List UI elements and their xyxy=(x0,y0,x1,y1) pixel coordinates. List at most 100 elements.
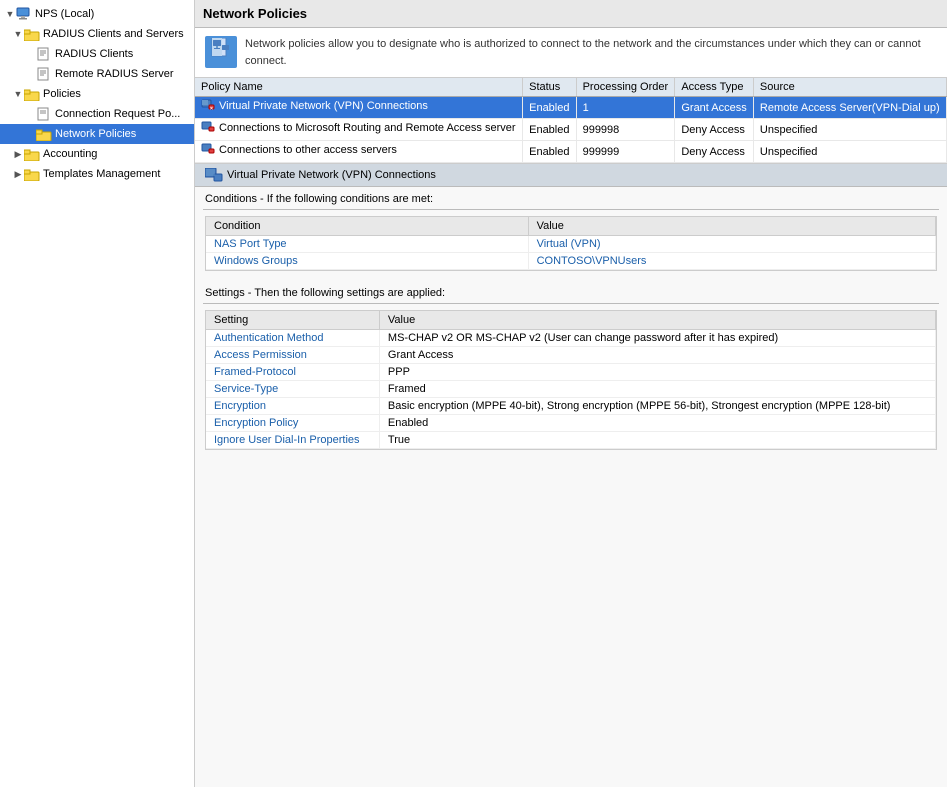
setting-framed-proto-value: PPP xyxy=(379,364,935,381)
col-policy-name[interactable]: Policy Name xyxy=(195,78,523,97)
conditions-table: Condition Value NAS Port Type Virtual (V… xyxy=(206,217,936,270)
policy-name-vpn-text: Virtual Private Network (VPN) Connection… xyxy=(219,100,428,112)
condition-wingroups-name: Windows Groups xyxy=(206,253,528,270)
setting-access-value: Grant Access xyxy=(379,347,935,364)
detail-icon xyxy=(205,168,221,182)
detail-panel: Virtual Private Network (VPN) Connection… xyxy=(195,164,947,787)
expand-icon-nps: ▼ xyxy=(4,9,16,19)
policy-status-other: Enabled xyxy=(523,141,576,163)
col-status[interactable]: Status xyxy=(523,78,576,97)
folder-icon-policies xyxy=(24,86,40,102)
folder-icon-templates xyxy=(24,166,40,182)
condition-row-nas[interactable]: NAS Port Type Virtual (VPN) xyxy=(206,236,936,253)
info-bar: Network policies allow you to designate … xyxy=(195,28,947,78)
detail-header: Virtual Private Network (VPN) Connection… xyxy=(195,164,947,187)
folder-icon-network-policies xyxy=(36,126,52,142)
tree-label-remote-radius: Remote RADIUS Server xyxy=(55,68,174,80)
policy-order-routing: 999998 xyxy=(576,119,675,141)
computer-icon xyxy=(16,6,32,22)
setting-row-framed-proto[interactable]: Framed-Protocol PPP xyxy=(206,364,936,381)
policy-icon-other xyxy=(201,143,215,157)
setting-row-enc-policy[interactable]: Encryption Policy Enabled xyxy=(206,415,936,432)
policy-access-other: Deny Access xyxy=(675,141,754,163)
setting-row-encryption[interactable]: Encryption Basic encryption (MPPE 40-bit… xyxy=(206,398,936,415)
col-processing-order[interactable]: Processing Order xyxy=(576,78,675,97)
conditions-col-condition: Condition xyxy=(206,217,528,236)
tree-item-policies[interactable]: ▼ Policies xyxy=(0,84,194,104)
tree-label-templates: Templates Management xyxy=(43,168,160,180)
condition-row-wingroups[interactable]: Windows Groups CONTOSO\VPNUsers xyxy=(206,253,936,270)
setting-encryption-value: Basic encryption (MPPE 40-bit), Strong e… xyxy=(379,398,935,415)
policy-table: Policy Name Status Processing Order Acce… xyxy=(195,78,947,163)
settings-label: Settings - Then the following settings a… xyxy=(195,281,947,303)
tree-label-conn-request: Connection Request Po... xyxy=(55,108,180,120)
policy-access-routing: Deny Access xyxy=(675,119,754,141)
conditions-col-value: Value xyxy=(528,217,935,236)
setting-ignore-dialin-value: True xyxy=(379,432,935,449)
expand-icon-templates: ▶ xyxy=(12,169,24,180)
left-nav-panel: ▼ NPS (Local) ▼ RADIUS Clients and Serve… xyxy=(0,0,195,787)
tree-item-accounting[interactable]: ▶ Accounting xyxy=(0,144,194,164)
policy-row-routing[interactable]: Connections to Microsoft Routing and Rem… xyxy=(195,119,947,141)
setting-service-name: Service-Type xyxy=(206,381,379,398)
tree-item-templates[interactable]: ▶ Templates Management xyxy=(0,164,194,184)
col-access-type[interactable]: Access Type xyxy=(675,78,754,97)
conditions-divider xyxy=(203,209,939,210)
svg-text:×: × xyxy=(210,106,213,112)
tree-item-radius-clients-servers[interactable]: ▼ RADIUS Clients and Servers xyxy=(0,24,194,44)
setting-row-ignore-dialin[interactable]: Ignore User Dial-In Properties True xyxy=(206,432,936,449)
policy-access-vpn: Grant Access xyxy=(675,97,754,119)
tree-item-conn-request[interactable]: Connection Request Po... xyxy=(0,104,194,124)
doc-icon-remote-radius xyxy=(36,66,52,82)
right-panel-header: Network Policies xyxy=(195,0,947,28)
tree-label-radius-clients: RADIUS Clients xyxy=(55,48,133,60)
policy-source-routing: Unspecified xyxy=(753,119,946,141)
condition-nas-value: Virtual (VPN) xyxy=(528,236,935,253)
setting-enc-policy-name: Encryption Policy xyxy=(206,415,379,432)
tree-item-network-policies[interactable]: Network Policies xyxy=(0,124,194,144)
doc-icon-conn-request xyxy=(36,106,52,122)
condition-nas-name: NAS Port Type xyxy=(206,236,528,253)
col-source[interactable]: Source xyxy=(753,78,946,97)
setting-access-name: Access Permission xyxy=(206,347,379,364)
folder-icon-radius xyxy=(24,26,40,42)
condition-wingroups-value: CONTOSO\VPNUsers xyxy=(528,253,935,270)
settings-table: Setting Value Authentication Method MS-C… xyxy=(206,311,936,449)
setting-ignore-dialin-name: Ignore User Dial-In Properties xyxy=(206,432,379,449)
policy-row-vpn[interactable]: × Virtual Private Network (VPN) Connecti… xyxy=(195,97,947,119)
detail-title: Virtual Private Network (VPN) Connection… xyxy=(227,169,436,181)
policy-source-other: Unspecified xyxy=(753,141,946,163)
setting-row-access[interactable]: Access Permission Grant Access xyxy=(206,347,936,364)
tree-item-remote-radius[interactable]: Remote RADIUS Server xyxy=(0,64,194,84)
policy-name-routing: Connections to Microsoft Routing and Rem… xyxy=(195,119,523,141)
tree-label-network-policies: Network Policies xyxy=(55,128,136,140)
settings-col-value: Value xyxy=(379,311,935,330)
settings-table-wrap: Setting Value Authentication Method MS-C… xyxy=(205,310,937,450)
right-panel-title: Network Policies xyxy=(203,6,307,21)
conditions-table-wrap: Condition Value NAS Port Type Virtual (V… xyxy=(205,216,937,271)
setting-service-value: Framed xyxy=(379,381,935,398)
tree-label-nps: NPS (Local) xyxy=(35,8,94,20)
policy-source-vpn: Remote Access Server(VPN-Dial up) xyxy=(753,97,946,119)
expand-icon-radius: ▼ xyxy=(12,29,24,39)
expand-icon-policies: ▼ xyxy=(12,89,24,99)
setting-row-auth[interactable]: Authentication Method MS-CHAP v2 OR MS-C… xyxy=(206,330,936,347)
policy-status-vpn: Enabled xyxy=(523,97,576,119)
policy-status-routing: Enabled xyxy=(523,119,576,141)
tree-item-radius-clients[interactable]: RADIUS Clients xyxy=(0,44,194,64)
info-text: Network policies allow you to designate … xyxy=(245,36,937,69)
settings-divider xyxy=(203,303,939,304)
policy-name-routing-text: Connections to Microsoft Routing and Rem… xyxy=(219,122,516,134)
setting-encryption-name: Encryption xyxy=(206,398,379,415)
setting-row-service[interactable]: Service-Type Framed xyxy=(206,381,936,398)
doc-icon-radius-clients xyxy=(36,46,52,62)
tree-item-nps-local[interactable]: ▼ NPS (Local) xyxy=(0,4,194,24)
tree-label-accounting: Accounting xyxy=(43,148,97,160)
policy-row-other[interactable]: Connections to other access servers Enab… xyxy=(195,141,947,163)
policy-order-vpn: 1 xyxy=(576,97,675,119)
right-panel: Network Policies Network policies allow … xyxy=(195,0,947,787)
policy-table-area: Policy Name Status Processing Order Acce… xyxy=(195,78,947,164)
policy-icon-routing xyxy=(201,121,215,135)
policy-name-other: Connections to other access servers xyxy=(195,141,523,163)
setting-auth-value: MS-CHAP v2 OR MS-CHAP v2 (User can chang… xyxy=(379,330,935,347)
